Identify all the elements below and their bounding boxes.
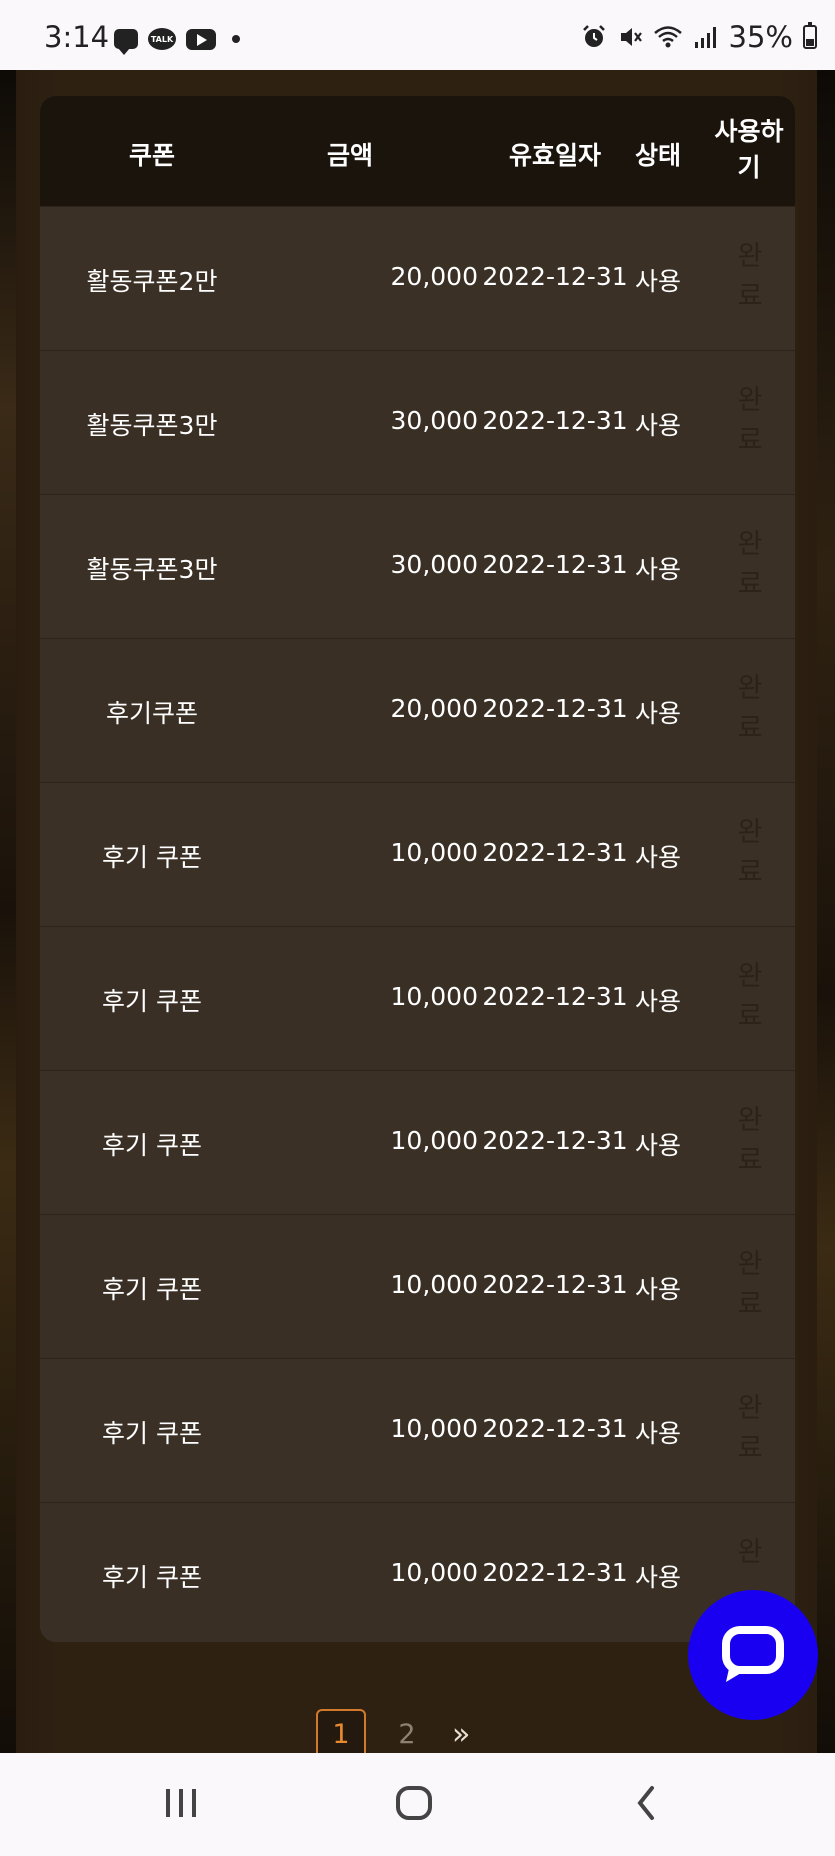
coupon-name: 후기 쿠폰: [102, 1563, 202, 1592]
wifi-icon: [653, 26, 682, 48]
kakaotalk-icon: TALK: [148, 28, 176, 50]
table-row: 후기 쿠폰 10,000 2022-12-31 사용 완 료: [40, 926, 795, 1070]
coupon-table: 쿠폰 금액 유효일자 상태 사용하 기 활동쿠폰2만 20,000 2022-12-…: [40, 96, 795, 1642]
table-row: 활동쿠폰3만 30,000 2022-12-31 사용 완 료: [40, 494, 795, 638]
coupon-status: 사용: [634, 1419, 681, 1448]
use-complete-button[interactable]: 완 료: [730, 237, 770, 317]
dot-icon: [232, 35, 240, 43]
page-2-button[interactable]: 2: [382, 1709, 432, 1759]
coupon-status: 사용: [634, 1131, 681, 1160]
use-complete-button[interactable]: 완 료: [730, 1101, 770, 1181]
status-bar: 3:14 TALK 35%: [0, 0, 835, 70]
back-icon[interactable]: [632, 1783, 662, 1823]
chat-bubble-icon: [722, 1626, 784, 1682]
system-icons: 35%: [581, 20, 817, 54]
use-complete-button[interactable]: 완 료: [730, 381, 770, 461]
coupon-status: 사용: [634, 699, 681, 728]
use-complete-button[interactable]: 완 료: [730, 957, 770, 1037]
coupon-name: 후기 쿠폰: [102, 1275, 202, 1304]
header-use: 사용하 기: [714, 117, 784, 182]
use-complete-button[interactable]: 완 료: [730, 1389, 770, 1469]
coupon-name: 활동쿠폰2만: [86, 267, 218, 296]
use-complete-button[interactable]: 완 료: [730, 669, 770, 749]
background-art-left: [0, 70, 16, 1753]
recent-apps-icon[interactable]: [164, 1783, 198, 1823]
table-row: 활동쿠폰3만 30,000 2022-12-31 사용 완 료: [40, 350, 795, 494]
coupon-status: 사용: [634, 555, 681, 584]
coupon-name: 활동쿠폰3만: [86, 411, 218, 440]
status-time: 3:14: [44, 20, 110, 54]
coupon-name: 후기 쿠폰: [102, 987, 202, 1016]
notification-icons: TALK: [114, 28, 240, 55]
table-row: 활동쿠폰2만 20,000 2022-12-31 사용 완 료: [40, 206, 795, 350]
home-icon[interactable]: [394, 1783, 434, 1823]
battery-percent: 35%: [728, 20, 793, 54]
coupon-status: 사용: [634, 1563, 681, 1592]
mute-icon: [620, 28, 642, 46]
next-page-button[interactable]: »: [452, 1717, 470, 1752]
background-art-right: [817, 70, 835, 1753]
navigation-bar: [0, 1753, 835, 1856]
coupon-name: 후기 쿠폰: [102, 1419, 202, 1448]
coupon-name: 활동쿠폰3만: [86, 555, 218, 584]
chat-button[interactable]: [688, 1590, 818, 1720]
pagination: 1 2 »: [316, 1709, 470, 1759]
signal-icon: [694, 27, 716, 48]
table-row: 후기 쿠폰 10,000 2022-12-31 사용 완 료: [40, 1358, 795, 1502]
use-complete-button[interactable]: 완 료: [730, 813, 770, 893]
header-status: 상태: [634, 141, 681, 170]
coupon-status: 사용: [634, 987, 681, 1016]
table-body: 활동쿠폰2만 20,000 2022-12-31 사용 완 료 활동쿠폰3만 30,000 2…: [40, 206, 795, 1642]
coupon-status: 사용: [634, 267, 681, 296]
header-amount: 금액: [326, 141, 373, 170]
table-header: 쿠폰 금액 유효일자 상태 사용하 기: [40, 96, 795, 206]
coupon-status: 사용: [634, 843, 681, 872]
alarm-icon: [582, 25, 605, 47]
table-row: 후기 쿠폰 10,000 2022-12-31 사용 완 료: [40, 1070, 795, 1214]
page-1-button[interactable]: 1: [316, 1709, 366, 1759]
coupon-status: 사용: [634, 411, 681, 440]
youtube-icon: [186, 28, 216, 50]
battery-icon: [803, 22, 817, 49]
coupon-name: 후기 쿠폰: [102, 1131, 202, 1160]
table-row: 후기 쿠폰 10,000 2022-12-31 사용 완 료: [40, 1214, 795, 1358]
header-coupon: 쿠폰: [128, 141, 175, 170]
coupon-name: 후기 쿠폰: [102, 843, 202, 872]
table-row: 후기쿠폰 20,000 2022-12-31 사용 완 료: [40, 638, 795, 782]
coupon-name: 후기쿠폰: [105, 699, 198, 728]
use-complete-button[interactable]: 완: [730, 1533, 770, 1573]
table-row: 후기 쿠폰 10,000 2022-12-31 사용 완 료: [40, 782, 795, 926]
use-complete-button[interactable]: 완 료: [730, 1245, 770, 1325]
coupon-status: 사용: [634, 1275, 681, 1304]
message-icon: [114, 29, 138, 55]
use-complete-button[interactable]: 완 료: [730, 525, 770, 605]
table-row: 후기 쿠폰 10,000 2022-12-31 사용 완: [40, 1502, 795, 1642]
